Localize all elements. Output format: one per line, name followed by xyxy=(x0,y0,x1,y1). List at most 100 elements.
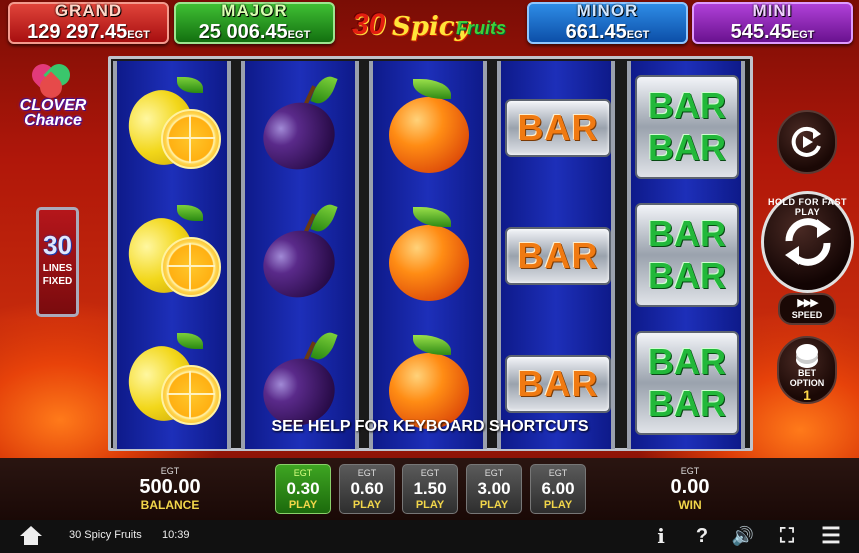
clock-time: 10:39 xyxy=(162,529,190,541)
lines-count: 30 xyxy=(43,230,72,260)
bet-play-label: PLAY xyxy=(415,499,445,511)
leaf-icon xyxy=(413,207,451,227)
bet-button-1[interactable]: EGT 0.30 PLAY xyxy=(275,464,331,514)
jackpot-grand-currency: EGT xyxy=(127,29,150,41)
double-bar-symbol: BAR BAR xyxy=(631,197,741,317)
fixed-label: FIXED xyxy=(42,276,73,287)
bar-symbol: BAR xyxy=(501,197,611,317)
bar-text: BAR xyxy=(517,235,599,276)
bet-value: 3.00 xyxy=(477,479,511,498)
bet-value: 0.60 xyxy=(350,479,384,498)
clover-chance-logo: CLOVER Chance xyxy=(16,59,90,140)
bet-button-2[interactable]: EGT 0.60 PLAY xyxy=(339,464,395,514)
jackpot-major-value: 25 006.45 xyxy=(198,21,288,43)
keyboard-shortcuts-hint: SEE HELP FOR KEYBOARD SHORTCUTS xyxy=(271,418,589,435)
reel-1 xyxy=(113,61,231,449)
clover-title-line2: Chance xyxy=(24,112,82,129)
bet-currency: EGT xyxy=(484,468,504,478)
leaf-icon xyxy=(177,333,203,349)
bet-value: 0.30 xyxy=(286,479,320,498)
bet-currency: EGT xyxy=(420,468,440,478)
reels-area: BAR BAR BAR BAR BAR BAR BAR BAR BAR xyxy=(108,56,753,451)
balance-currency: EGT xyxy=(160,466,180,476)
bet-play-label: PLAY xyxy=(352,499,382,511)
bar-text: BAR xyxy=(517,107,599,148)
spin-arrows-icon xyxy=(784,218,831,266)
reel-5: BAR BAR BAR BAR BAR BAR xyxy=(627,61,745,449)
bar-text: BAR xyxy=(648,213,726,254)
sound-icon[interactable]: 🔊 xyxy=(730,524,756,548)
info-icon[interactable]: i xyxy=(652,524,670,548)
bet-button-4[interactable]: EGT 3.00 PLAY xyxy=(466,464,522,514)
bet-button-3[interactable]: EGT 1.50 PLAY xyxy=(402,464,458,514)
balance-value: 500.00 xyxy=(139,476,201,498)
autoplay-button[interactable] xyxy=(777,110,837,174)
bet-value: 6.00 xyxy=(541,479,575,498)
reel-2 xyxy=(241,61,359,449)
bet-currency: EGT xyxy=(548,468,568,478)
bet-currency: EGT xyxy=(357,468,377,478)
status-bar: 30 Spicy Fruits 10:39 i ? 🔊 ⛶ ☰ xyxy=(0,520,859,553)
balance-display: EGT 500.00 BALANCE xyxy=(120,466,220,512)
bar-symbol: BAR xyxy=(501,69,611,189)
orange-symbol xyxy=(373,69,483,189)
speed-label: SPEED xyxy=(791,310,823,320)
menu-icon[interactable]: ☰ xyxy=(818,524,844,548)
bet-play-label: PLAY xyxy=(288,499,318,511)
lemon-symbol xyxy=(116,325,227,445)
game-logo: 30 Spicy Fruits xyxy=(350,8,510,42)
logo-number: 30 xyxy=(352,8,386,41)
jackpot-minor-value: 661.45 xyxy=(565,21,627,43)
speed-button[interactable]: ▶▶▶ SPEED xyxy=(778,293,836,325)
leaf-icon xyxy=(413,79,451,99)
spin-button[interactable]: HOLD FOR FAST PLAY xyxy=(761,191,854,293)
bar-text: BAR xyxy=(648,255,726,296)
logo-fruits: Fruits xyxy=(456,18,507,38)
reel-4: BAR BAR BAR xyxy=(497,61,615,449)
autoplay-icon xyxy=(791,126,821,157)
home-icon[interactable] xyxy=(20,526,42,546)
jackpot-minor-name: MINOR xyxy=(576,1,639,20)
plum-symbol xyxy=(245,197,355,317)
jackpot-minor: MINOR 661.45EGT xyxy=(527,1,688,44)
leaf-icon xyxy=(310,200,338,236)
bar-text: BAR xyxy=(648,127,726,168)
jackpot-grand-name: GRAND xyxy=(54,1,123,20)
jackpot-mini-currency: EGT xyxy=(791,29,815,41)
bar-text: BAR xyxy=(648,85,726,126)
jackpot-mini: MINI 545.45EGT xyxy=(692,1,853,44)
bar-text: BAR xyxy=(517,363,599,404)
lines-fixed-indicator: 30 LINES FIXED xyxy=(36,207,79,317)
leaf-icon xyxy=(310,72,338,108)
jackpot-major: MAJOR 25 006.45EGT xyxy=(174,1,335,44)
bet-option-label-1: BET xyxy=(798,368,816,378)
jackpot-mini-name: MINI xyxy=(752,1,793,20)
jackpot-grand: GRAND 129 297.45EGT xyxy=(8,1,169,44)
lemon-symbol xyxy=(116,197,227,317)
leaf-icon xyxy=(177,77,203,93)
lines-label: LINES xyxy=(42,263,73,274)
leaf-icon xyxy=(413,335,451,355)
jackpot-major-name: MAJOR xyxy=(221,1,288,20)
orange-symbol xyxy=(373,197,483,317)
jackpot-grand-value: 129 297.45 xyxy=(27,21,128,43)
bottom-panel: EGT 500.00 BALANCE EGT 0.30 PLAY EGT 0.6… xyxy=(0,458,859,520)
double-bar-symbol: BAR BAR xyxy=(631,325,741,445)
bet-play-label: PLAY xyxy=(479,499,509,511)
bet-option-value: 1 xyxy=(803,387,811,403)
bet-button-5[interactable]: EGT 6.00 PLAY xyxy=(530,464,586,514)
win-value: 0.00 xyxy=(670,476,710,498)
jackpot-minor-currency: EGT xyxy=(626,29,650,41)
bar-text: BAR xyxy=(648,383,726,424)
coins-stack-icon xyxy=(796,344,818,360)
bet-currency: EGT xyxy=(293,468,313,478)
hold-fast-play-label: HOLD FOR FAST PLAY xyxy=(768,197,847,217)
lemon-symbol xyxy=(116,69,227,189)
bar-text: BAR xyxy=(648,341,726,382)
bet-option-button[interactable]: BET OPTION 1 xyxy=(777,336,837,404)
fullscreen-icon[interactable]: ⛶ xyxy=(774,524,800,548)
bet-play-label: PLAY xyxy=(543,499,573,511)
win-display: EGT 0.00 WIN xyxy=(640,466,740,512)
help-icon[interactable]: ? xyxy=(692,524,712,548)
balance-label: BALANCE xyxy=(140,498,200,512)
